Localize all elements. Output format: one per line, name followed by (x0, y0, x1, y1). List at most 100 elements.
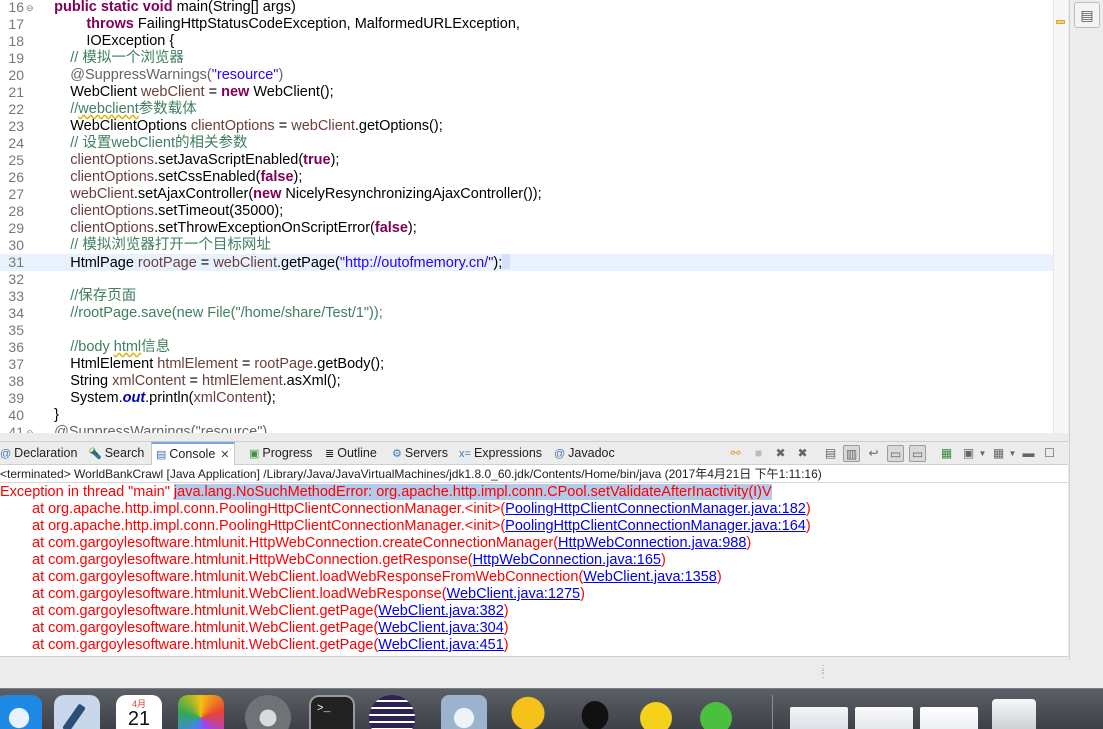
code-line[interactable]: 19 // 模拟一个浏览器 (0, 50, 1053, 67)
source-link[interactable]: HttpWebConnection.java:988 (558, 535, 746, 551)
minimized-window-thumbnail[interactable] (790, 707, 848, 729)
code-line[interactable]: 27 webClient.setAjaxController(new Nicel… (0, 186, 1053, 203)
code-token: 参数载体 (138, 101, 197, 117)
code-line[interactable]: 17 throws FailingHttpStatusCodeException… (0, 16, 1053, 33)
calendar-icon[interactable]: 4月 21 (116, 695, 162, 729)
qq-music-icon[interactable] (633, 695, 679, 729)
tab-servers[interactable]: ⚙ Servers (392, 442, 448, 465)
pin-console-icon[interactable]: ▦ (938, 445, 955, 462)
code-token: htmlElement (202, 373, 283, 389)
close-icon[interactable]: ✕ (220, 449, 229, 461)
show-on-output-icon[interactable]: ▭ (887, 445, 904, 462)
code-line[interactable]: 40 } (0, 407, 1053, 424)
source-link[interactable]: PoolingHttpClientConnectionManager.java:… (505, 501, 806, 517)
code-line[interactable]: 29 clientOptions.setThrowExceptionOnScri… (0, 220, 1053, 237)
code-line[interactable]: 18 IOException { (0, 33, 1053, 50)
scroll-lock-icon[interactable]: ▥ (843, 445, 860, 462)
stack-trace-line: at com.gargoylesoftware.htmlunit.HttpWeb… (32, 552, 666, 568)
clear-console-icon[interactable]: ▤ (822, 445, 839, 462)
photos-icon[interactable] (178, 695, 224, 729)
code-line[interactable]: 28 clientOptions.setTimeout(35000); (0, 203, 1053, 220)
chevron-down-icon[interactable]: ▼ (974, 445, 991, 462)
code-editor[interactable]: 16 ⊖ public static void main(String[] arg… (0, 0, 1068, 433)
terminate-icon[interactable]: ■ (750, 445, 767, 462)
qq-icon[interactable] (572, 695, 618, 729)
code-line[interactable]: 31 HtmlPage rootPage = webClient.getPage… (0, 254, 1053, 271)
tab-search[interactable]: 🔦 Search (88, 442, 144, 465)
tab-console[interactable]: ▤ Console ✕ (151, 442, 235, 465)
line-number: 26 (8, 169, 24, 185)
overview-ruler[interactable] (1053, 0, 1068, 433)
code-line[interactable]: 39 System.out.println(xmlContent); (0, 390, 1053, 407)
code-line[interactable]: 20 @SuppressWarnings("resource") (0, 67, 1053, 84)
minimize-icon[interactable]: ▬ (1020, 445, 1037, 462)
tab-javadoc[interactable]: @ Javadoc (554, 442, 615, 465)
line-number: 40 (8, 407, 24, 423)
pen-icon[interactable] (54, 695, 100, 729)
outline-view-button[interactable]: ▤ (1074, 2, 1100, 28)
code-line[interactable]: 37 HtmlElement htmlElement = rootPage.ge… (0, 356, 1053, 373)
code-line[interactable]: 22 //webclient参数载体 (0, 101, 1053, 118)
expressions-icon: x= (459, 448, 471, 460)
preview-icon[interactable] (441, 695, 487, 729)
code-line[interactable]: 24 // 设置webClient的相关参数 (0, 135, 1053, 152)
tab-outline[interactable]: ≣ Outline (325, 442, 377, 465)
source-link[interactable]: WebClient.java:304 (378, 620, 503, 636)
system-preferences-icon[interactable] (245, 695, 291, 729)
remove-launch-icon[interactable]: ✖ (772, 445, 789, 462)
source-link[interactable]: PoolingHttpClientConnectionManager.java:… (505, 518, 806, 534)
console-output[interactable]: <terminated> WorldBankCrawl [Java Applic… (0, 465, 1068, 657)
code-line[interactable]: 23 WebClientOptions clientOptions = webC… (0, 118, 1053, 135)
line-number: 34 (8, 305, 24, 321)
code-line[interactable]: 21 WebClient webClient = new WebClient()… (0, 84, 1053, 101)
code-line[interactable]: 33 //保存页面 (0, 288, 1053, 305)
fold-toggle-icon[interactable]: ⊖ (26, 0, 34, 17)
exception-prefix: Exception in thread "main" (0, 484, 174, 500)
source-link[interactable]: WebClient.java:1358 (583, 569, 717, 585)
chevron-down-icon[interactable]: ▼ (1004, 445, 1021, 462)
source-link[interactable]: WebClient.java:451 (378, 637, 503, 653)
code-line[interactable]: 34 //rootPage.save(new File("/home/share… (0, 305, 1053, 322)
source-link[interactable]: WebClient.java:1275 (447, 586, 581, 602)
code-line[interactable]: 35 (0, 322, 1053, 339)
minimized-window-thumbnail[interactable] (855, 707, 913, 729)
code-line[interactable]: 41 ⊖ @SuppressWarnings("resource") (0, 424, 1053, 433)
code-line[interactable]: 26 clientOptions.setCssEnabled(false); (0, 169, 1053, 186)
dock-separator (772, 695, 773, 729)
cyberduck-icon[interactable] (505, 695, 551, 729)
stack-frame-text: at com.gargoylesoftware.htmlunit.WebClie… (32, 569, 584, 585)
remove-all-launches-icon[interactable]: ✖ (794, 445, 811, 462)
tab-declaration[interactable]: @ Declaration (0, 442, 77, 465)
code-token: 信息 (141, 339, 171, 355)
trash-icon[interactable] (992, 699, 1036, 729)
code-line[interactable]: 38 String xmlContent = htmlElement.asXml… (0, 373, 1053, 390)
tab-progress[interactable]: ▣ Progress (249, 442, 312, 465)
fold-toggle-icon[interactable]: ⊖ (26, 425, 34, 433)
code-line[interactable]: 16 ⊖ public static void main(String[] arg… (0, 0, 1053, 16)
javadoc-icon: @ (554, 448, 566, 460)
wechat-icon[interactable] (693, 695, 739, 729)
terminal-icon[interactable]: >_ (309, 695, 355, 729)
word-wrap-icon[interactable]: ↩ (865, 445, 882, 462)
dock: 4月 21 >_ (0, 688, 1103, 729)
code-line[interactable]: 30 // 模拟浏览器打开一个目标网址 (0, 237, 1053, 254)
tab-label: Expressions (473, 446, 543, 460)
show-on-error-icon[interactable]: ▭ (909, 445, 926, 462)
tab-expressions[interactable]: x= Expressions (459, 442, 542, 465)
code-line[interactable]: 36 //body html信息 (0, 339, 1053, 356)
code-line[interactable]: 25 clientOptions.setJavaScriptEnabled(tr… (0, 152, 1053, 169)
minimized-window-thumbnail[interactable] (920, 707, 978, 729)
source-link[interactable]: HttpWebConnection.java:165 (473, 552, 661, 568)
maximize-icon[interactable]: ☐ (1041, 445, 1058, 462)
sash-grip[interactable]: ⋮ ⋮ (818, 665, 828, 680)
link-icon[interactable]: ⚯ (727, 445, 744, 462)
exception-message: java.lang.NoSuchMethodError: org.apache.… (173, 484, 772, 500)
code-line[interactable]: 32 (0, 271, 1053, 288)
safari-icon[interactable] (0, 695, 42, 729)
eclipse-icon[interactable] (369, 695, 415, 729)
source-link[interactable]: WebClient.java:382 (378, 603, 503, 619)
warning-marker[interactable] (1056, 20, 1065, 24)
selection-highlight (502, 254, 511, 269)
tab-label: Declaration (14, 446, 78, 460)
